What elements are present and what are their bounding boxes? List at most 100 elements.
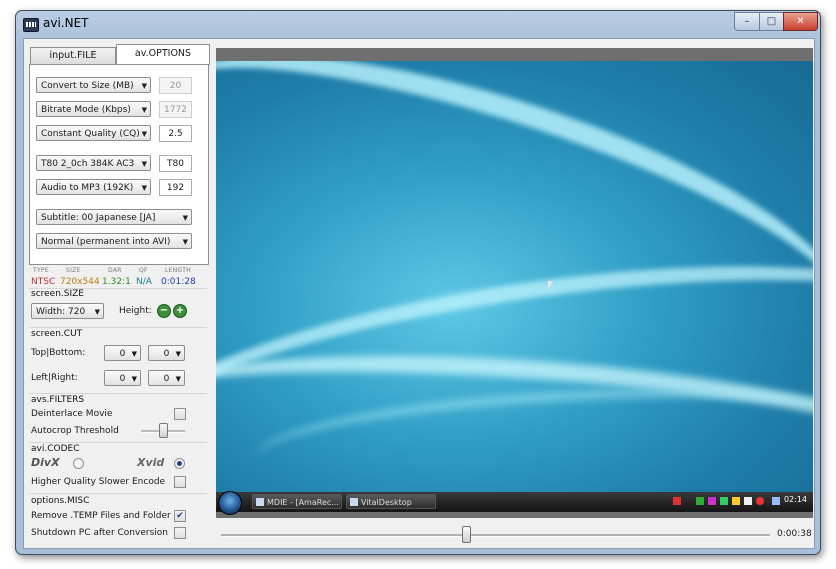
chevron-down-icon: ▼ xyxy=(141,106,147,114)
minimize-button[interactable]: – xyxy=(734,12,760,31)
chevron-down-icon: ▼ xyxy=(141,184,147,192)
autocrop-slider-thumb[interactable] xyxy=(159,423,168,438)
high-quality-checkbox[interactable] xyxy=(174,476,186,488)
divx-radio[interactable] xyxy=(73,458,84,469)
quality-mode-select[interactable]: Constant Quality (CQ) ▼ xyxy=(36,125,151,141)
info-size: 720x544 xyxy=(60,277,100,287)
misc-group xyxy=(29,493,207,494)
taskbar-item: VitalDesktop xyxy=(346,494,436,509)
high-quality-label: Higher Quality Slower Encode xyxy=(31,477,166,487)
bitrate-mode-select[interactable]: Bitrate Mode (Kbps) ▼ xyxy=(36,101,151,117)
cut-left-value: 0 xyxy=(119,374,126,384)
taskbar-item: MDIE - [AmaRec... xyxy=(252,494,342,509)
cut-top-select[interactable]: 0 ▼ xyxy=(104,345,141,361)
codec-heading: avi.CODEC xyxy=(31,444,80,454)
screen-size-heading: screen.SIZE xyxy=(31,289,84,299)
shutdown-checkbox[interactable] xyxy=(174,527,186,539)
video-preview[interactable]: MDIE - [AmaRec... VitalDesktop 02:14 xyxy=(216,48,813,518)
info-header-type: TYPE xyxy=(33,267,49,274)
client-area: input.FILE av.OPTIONS Convert to Size (M… xyxy=(23,38,815,549)
screen-cut-group xyxy=(29,327,207,328)
filters-heading: avs.FILTERS xyxy=(31,395,85,405)
info-qf: N/A xyxy=(136,277,152,287)
chevron-down-icon: ▼ xyxy=(175,375,181,383)
audio-conversion-select[interactable]: Audio to MP3 (192K) ▼ xyxy=(36,179,151,195)
subtitle-label: Subtitle: 00 Japanese [JA] xyxy=(41,213,156,223)
chevron-down-icon: ▼ xyxy=(182,238,188,246)
subtitle-mode-select[interactable]: Normal (permanent into AVI) ▼ xyxy=(36,233,192,249)
title-bar[interactable]: avi.NET – □ ✕ xyxy=(16,11,820,37)
top-bottom-label: Top|Bottom: xyxy=(31,348,86,358)
start-orb-icon xyxy=(218,491,242,515)
playback-time: 0:00:38 xyxy=(777,529,812,539)
info-header-qf: QF xyxy=(139,267,148,274)
bitrate-field[interactable]: 1772 xyxy=(159,101,192,118)
info-dar: 1.32:1 xyxy=(102,277,131,287)
seek-thumb[interactable] xyxy=(462,526,471,543)
cut-bottom-value: 0 xyxy=(163,349,170,359)
audio-conversion-label: Audio to MP3 (192K) xyxy=(41,183,134,193)
maximize-button[interactable]: □ xyxy=(759,12,784,31)
audio-bitrate-field[interactable]: 192 xyxy=(159,179,192,196)
xvid-radio[interactable] xyxy=(174,458,185,469)
tray-icon xyxy=(732,497,740,505)
remove-temp-label: Remove .TEMP Files and Folder xyxy=(31,511,171,521)
tab-body: Convert to Size (MB) ▼ 20 Bitrate Mode (K… xyxy=(29,64,209,265)
height-label: Height: xyxy=(119,306,152,316)
chevron-down-icon: ▼ xyxy=(131,350,137,358)
chevron-down-icon: ▼ xyxy=(141,130,147,138)
chevron-down-icon: ▼ xyxy=(131,375,137,383)
info-header-length: LENGTH xyxy=(165,267,192,274)
cut-top-value: 0 xyxy=(119,349,126,359)
subtitle-mode-label: Normal (permanent into AVI) xyxy=(41,237,171,247)
mouse-cursor-icon xyxy=(548,281,553,290)
deinterlace-checkbox[interactable] xyxy=(174,408,186,420)
deinterlace-label: Deinterlace Movie xyxy=(31,409,113,419)
tab-av-options[interactable]: av.OPTIONS xyxy=(116,44,210,65)
cut-bottom-select[interactable]: 0 ▼ xyxy=(148,345,185,361)
height-plus-button[interactable]: + xyxy=(173,304,187,318)
chevron-down-icon: ▼ xyxy=(175,350,181,358)
preview-frame xyxy=(216,61,813,505)
info-header-size: SIZE xyxy=(66,267,81,274)
app-icon xyxy=(23,18,39,32)
shutdown-label: Shutdown PC after Conversion xyxy=(31,528,168,538)
width-select[interactable]: Width: 720 ▼ xyxy=(31,303,104,319)
info-header-dar: DAR xyxy=(108,267,122,274)
height-minus-button[interactable]: − xyxy=(157,304,171,318)
window-title: avi.NET xyxy=(43,16,89,30)
autocrop-label: Autocrop Threshold xyxy=(31,426,119,436)
chevron-down-icon: ▼ xyxy=(182,214,188,222)
tray-icon xyxy=(673,497,681,505)
convert-size-field[interactable]: 20 xyxy=(159,77,192,94)
cut-right-select[interactable]: 0 ▼ xyxy=(148,370,185,386)
taskbar-clock: 02:14 xyxy=(783,495,807,504)
chevron-down-icon: ▼ xyxy=(141,82,147,90)
audio-track-select[interactable]: T80 2_0ch 384K AC3 ▼ xyxy=(36,155,151,171)
tray-icon xyxy=(720,497,728,505)
audio-track-label: T80 2_0ch 384K AC3 xyxy=(41,159,135,169)
left-right-label: Left|Right: xyxy=(31,373,78,383)
quality-mode-label: Constant Quality (CQ) xyxy=(41,129,140,139)
quality-field[interactable]: 2.5 xyxy=(159,125,192,142)
tray-icon xyxy=(708,497,716,505)
tray-icon xyxy=(756,497,764,505)
misc-heading: options.MISC xyxy=(31,496,90,506)
seek-bar[interactable] xyxy=(221,526,770,543)
subtitle-select[interactable]: Subtitle: 00 Japanese [JA] ▼ xyxy=(36,209,192,225)
app-window: avi.NET – □ ✕ input.FILE av.OPTIONS Conv… xyxy=(15,10,821,555)
convert-mode-label: Convert to Size (MB) xyxy=(41,81,134,91)
convert-mode-select[interactable]: Convert to Size (MB) ▼ xyxy=(36,77,151,93)
audio-track-field[interactable]: T80 xyxy=(159,155,192,172)
screen-cut-heading: screen.CUT xyxy=(31,329,83,339)
codec-group xyxy=(29,442,207,443)
tab-input-file[interactable]: input.FILE xyxy=(30,47,116,64)
tray-icon xyxy=(696,497,704,505)
chevron-down-icon: ▼ xyxy=(94,308,100,316)
tray-icon xyxy=(744,497,752,505)
tray-icon xyxy=(772,497,780,505)
cut-left-select[interactable]: 0 ▼ xyxy=(104,370,141,386)
bitrate-mode-label: Bitrate Mode (Kbps) xyxy=(41,105,131,115)
close-button[interactable]: ✕ xyxy=(783,12,818,31)
remove-temp-checkbox[interactable]: ✔ xyxy=(174,510,186,522)
